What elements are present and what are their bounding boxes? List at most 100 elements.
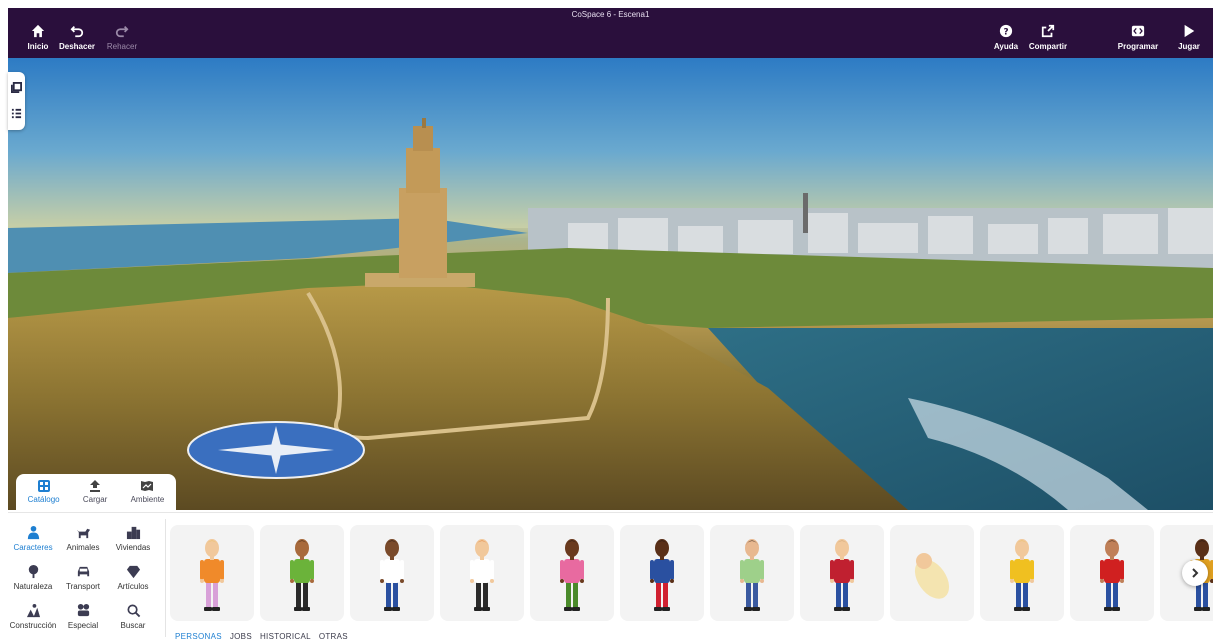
share-label: Compartir [1028, 42, 1068, 51]
search-icon [127, 604, 140, 618]
category-label: Animales [66, 543, 100, 552]
environment-icon [141, 481, 154, 491]
category-items[interactable]: Artículos [108, 564, 158, 591]
code-button[interactable]: Programar [1114, 24, 1162, 51]
redo-button[interactable]: Rehacer [98, 24, 146, 51]
subtab-jobs[interactable]: JOBS [230, 632, 252, 641]
undo-icon [70, 26, 84, 38]
gem-icon [126, 565, 140, 579]
subcategory-tabs: PERSONAS JOBS HISTORICAL OTRAS [175, 632, 348, 641]
character-figure [830, 539, 854, 611]
subtab-otras[interactable]: OTRAS [319, 632, 348, 641]
person-icon [27, 525, 39, 540]
subtab-historical[interactable]: HISTORICAL [260, 632, 311, 641]
category-transport[interactable]: Transport [58, 564, 108, 591]
code-label: Programar [1117, 42, 1159, 51]
upload-icon [90, 480, 101, 492]
category-housing[interactable]: Viviendas [108, 525, 158, 552]
category-label: Especial [67, 621, 99, 630]
character-gallery [170, 525, 1213, 623]
character-figure [290, 539, 314, 611]
share-icon [1041, 24, 1055, 38]
character-card[interactable] [890, 525, 974, 621]
object-library: Caracteres Animales Viviendas Naturaleza… [8, 512, 1213, 641]
redo-icon [115, 26, 129, 38]
character-figure [380, 539, 404, 611]
category-special[interactable]: Especial [58, 603, 108, 630]
character-figure [560, 539, 584, 611]
special-icon [77, 603, 89, 617]
code-icon [1131, 25, 1145, 37]
subtab-personas[interactable]: PERSONAS [175, 632, 222, 641]
panel-divider [165, 519, 166, 637]
home-icon [31, 24, 45, 38]
category-label: Naturaleza [13, 582, 53, 591]
character-card[interactable] [170, 525, 254, 621]
svg-text:?: ? [1003, 28, 1008, 38]
dog-icon [76, 528, 90, 539]
gallery-icon [11, 81, 22, 93]
layers-tool[interactable] [8, 76, 25, 98]
tab-catalog[interactable]: Catálogo [28, 480, 60, 514]
next-page-button[interactable] [1182, 560, 1208, 586]
undo-button[interactable]: Deshacer [53, 24, 101, 51]
category-construction[interactable]: Construcción [8, 603, 58, 630]
scene-viewport[interactable] [8, 58, 1213, 510]
category-label: Transport [66, 582, 100, 591]
character-figure [1100, 539, 1124, 611]
list-icon [11, 108, 22, 118]
character-card[interactable] [260, 525, 344, 621]
character-figure [914, 553, 950, 599]
character-card[interactable] [620, 525, 704, 621]
category-search[interactable]: Buscar [108, 603, 158, 630]
catalog-icon [37, 480, 50, 492]
character-card[interactable] [980, 525, 1064, 621]
tab-environment-label: Ambiente [130, 495, 165, 504]
category-label: Buscar [120, 621, 146, 630]
character-figure [200, 539, 224, 611]
construction-icon [26, 603, 40, 618]
window-title: CoSpace 6 - Escena1 [571, 10, 650, 19]
tab-upload[interactable]: Cargar [83, 480, 107, 514]
tab-upload-label: Cargar [82, 495, 108, 504]
cospaces-editor: CoSpace 6 - Escena1 Inicio Deshacer Reha… [0, 0, 1213, 641]
help-icon: ? [999, 24, 1013, 38]
play-icon [1184, 24, 1195, 38]
chevron-right-icon [1192, 568, 1199, 578]
character-card[interactable] [1070, 525, 1154, 621]
car-icon [77, 566, 89, 577]
list-tool[interactable] [8, 102, 25, 124]
share-button[interactable]: Compartir [1024, 24, 1072, 51]
character-card[interactable] [800, 525, 884, 621]
help-label: Ayuda [993, 42, 1019, 51]
category-animals[interactable]: Animales [58, 525, 108, 552]
help-button[interactable]: ? Ayuda [982, 24, 1030, 51]
character-figure [650, 539, 674, 611]
character-card[interactable] [350, 525, 434, 621]
category-label: Caracteres [13, 543, 53, 552]
category-grid: Caracteres Animales Viviendas Naturaleza… [8, 525, 163, 630]
scene-side-tools [8, 72, 25, 130]
library-tabs: Catálogo Cargar Ambiente [16, 474, 176, 514]
category-characters[interactable]: Caracteres [8, 525, 58, 552]
play-label: Jugar [1178, 42, 1200, 51]
character-figure [1010, 539, 1034, 611]
character-card[interactable] [530, 525, 614, 621]
character-card[interactable] [710, 525, 794, 621]
character-figure [740, 539, 764, 611]
top-toolbar: CoSpace 6 - Escena1 Inicio Deshacer Reha… [8, 8, 1213, 58]
category-label: Viviendas [115, 543, 151, 552]
character-figure [470, 539, 494, 611]
category-label: Construcción [9, 621, 57, 630]
tab-catalog-label: Catálogo [27, 495, 60, 504]
panorama-landscape [8, 58, 1213, 510]
category-nature[interactable]: Naturaleza [8, 564, 58, 591]
nature-icon [28, 564, 38, 579]
tab-environment[interactable]: Ambiente [130, 480, 165, 514]
category-label: Artículos [117, 582, 149, 591]
home-label: Inicio [27, 42, 49, 51]
redo-label: Rehacer [106, 42, 138, 51]
character-card[interactable] [440, 525, 524, 621]
play-button[interactable]: Jugar [1165, 24, 1213, 51]
building-icon [126, 526, 140, 540]
